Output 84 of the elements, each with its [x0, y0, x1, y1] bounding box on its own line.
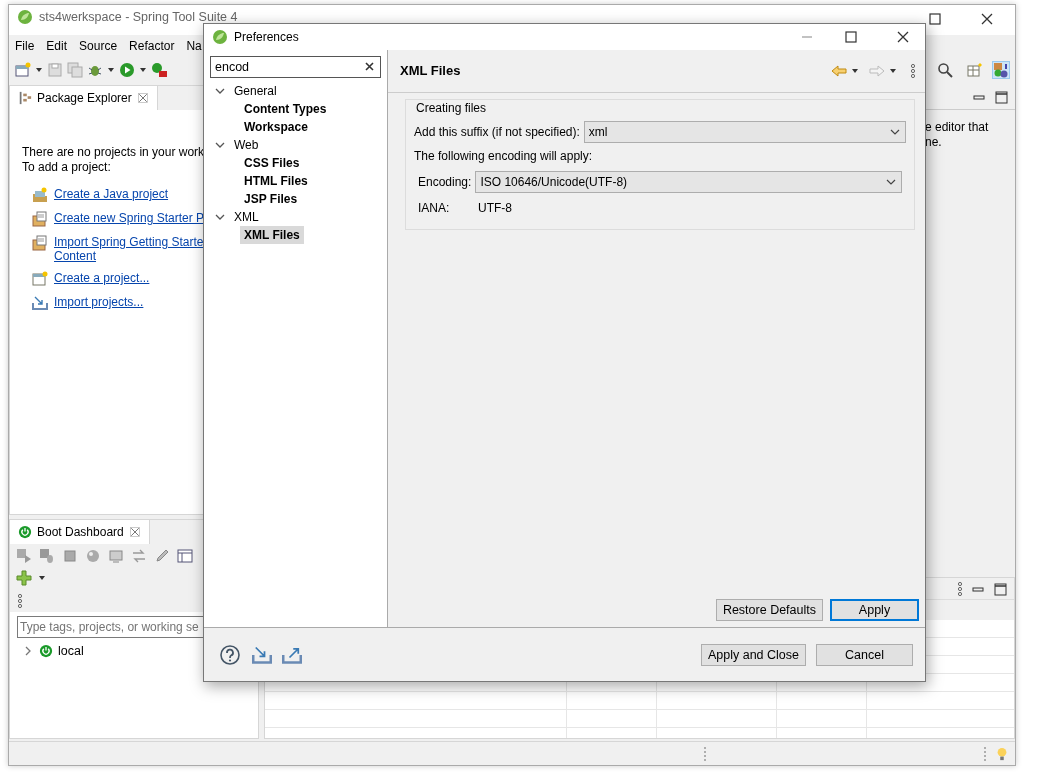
stop-icon[interactable] [62, 548, 78, 564]
menu-item[interactable]: Na [186, 37, 202, 55]
app-logo-icon [17, 9, 33, 25]
menu-item[interactable]: Refactor [129, 37, 175, 55]
dialog-title: Preferences [234, 29, 299, 46]
plus-icon[interactable] [16, 570, 32, 586]
document-icon [32, 235, 48, 251]
note-text: The following encoding will apply: [414, 149, 594, 163]
tree-item[interactable]: Content Types [240, 100, 331, 118]
close-icon[interactable] [128, 526, 141, 538]
search-icon[interactable] [937, 62, 953, 78]
table-icon[interactable] [177, 548, 193, 564]
swap-icon[interactable] [131, 548, 147, 564]
maximize-icon[interactable] [992, 580, 1008, 597]
link[interactable]: Create new Spring Starter P [54, 211, 205, 225]
panel-text: ne. [925, 135, 943, 150]
drag-handle-icon [703, 745, 707, 762]
tree-item[interactable]: XML [230, 208, 263, 226]
package-icon [18, 91, 32, 105]
caret-icon[interactable] [851, 67, 859, 75]
encoding-dropdown[interactable]: ISO 10646/Unicode(UTF-8) [475, 171, 902, 193]
button[interactable]: Restore Defaults [715, 599, 823, 621]
caret-icon[interactable] [35, 66, 43, 74]
panel-text: e editor that [925, 120, 990, 135]
tree-item[interactable]: Workspace [240, 118, 312, 136]
tree-item[interactable]: General [230, 82, 281, 100]
menu-item[interactable]: Edit [46, 37, 68, 55]
power-icon [39, 644, 53, 659]
java-perspective-icon[interactable] [993, 62, 1009, 78]
tree-item[interactable]: Web [230, 136, 263, 154]
more-options-icon[interactable] [956, 580, 964, 597]
start-icon[interactable] [16, 548, 32, 564]
drag-handle-icon [983, 745, 987, 762]
menu-item[interactable]: File [15, 37, 35, 55]
tree-item[interactable]: JSP Files [240, 190, 302, 208]
more-options-icon[interactable] [16, 592, 24, 609]
power-icon [18, 525, 32, 539]
suffix-dropdown[interactable]: xml [583, 121, 906, 143]
caret-icon[interactable] [139, 66, 147, 74]
run-icon[interactable] [119, 62, 135, 78]
tree-item[interactable]: CSS Files [240, 154, 304, 172]
window-icon [32, 271, 48, 287]
field-label: Encoding: [418, 174, 472, 191]
tree-item[interactable]: local [58, 642, 84, 661]
button[interactable]: Apply and Close [700, 643, 806, 666]
button[interactable]: Cancel [816, 643, 913, 666]
message-text: There are no projects in your work [22, 145, 206, 160]
group-title: Creating files [414, 101, 489, 115]
clear-icon[interactable] [364, 61, 375, 72]
close-button[interactable] [979, 11, 995, 27]
run-server-icon[interactable] [151, 62, 167, 78]
page-title: XML Files [400, 62, 462, 81]
field-label: IANA: [418, 200, 451, 217]
button[interactable]: Apply [830, 599, 919, 621]
close-button[interactable] [895, 29, 911, 45]
pencil-icon[interactable] [154, 548, 170, 564]
link[interactable]: Create a project... [54, 271, 150, 285]
window-title: sts4werkspace - Spring Tool Suite 4 [39, 9, 238, 25]
field-value: UTF-8 [478, 200, 512, 217]
help-icon[interactable] [220, 644, 240, 665]
field-label: Add this suffix (if not specified): [414, 124, 580, 141]
link[interactable]: Import projects... [54, 295, 144, 309]
tree-item[interactable]: XML Files [240, 226, 304, 244]
link[interactable]: Import Spring Getting Starte Content [54, 235, 204, 263]
import-icon[interactable] [250, 644, 274, 665]
folder-icon [32, 187, 48, 203]
more-options-icon[interactable] [909, 63, 917, 79]
menu-item[interactable]: Source [79, 37, 118, 55]
open-perspective-icon[interactable] [967, 62, 983, 78]
maximize-button[interactable] [927, 11, 943, 27]
app-logo-icon [212, 29, 228, 45]
close-icon[interactable] [136, 92, 149, 104]
maximize-icon[interactable] [993, 89, 1009, 105]
caret-icon[interactable] [107, 66, 115, 74]
filter-field[interactable]: encod [210, 56, 381, 78]
debug-icon[interactable] [39, 548, 55, 564]
maximize-button[interactable] [843, 29, 859, 45]
caret-icon[interactable] [889, 67, 897, 75]
link[interactable]: Create a Java project [54, 187, 169, 201]
import-icon [32, 295, 48, 311]
tree-item[interactable]: HTML Files [240, 172, 312, 190]
caret-icon[interactable] [38, 574, 46, 582]
lightbulb-icon[interactable] [995, 745, 1009, 762]
document-icon [32, 211, 48, 227]
